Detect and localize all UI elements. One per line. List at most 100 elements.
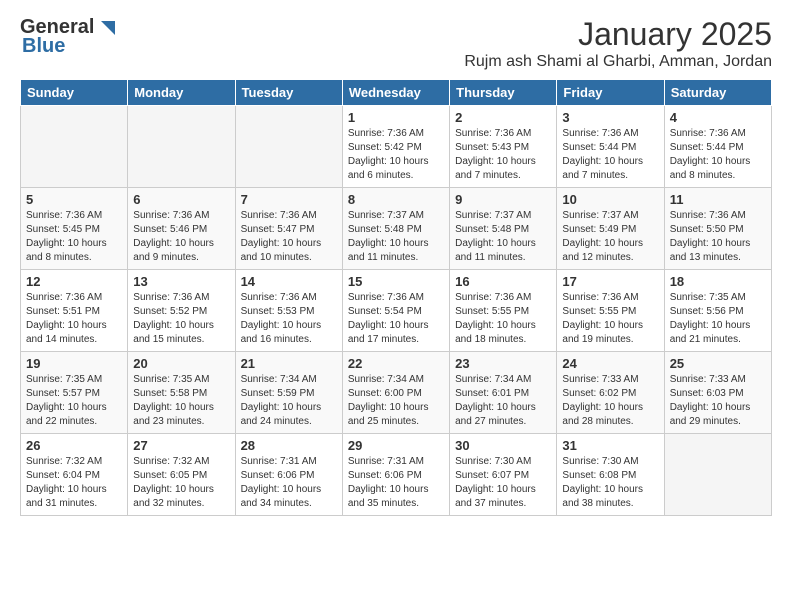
- table-row: 2 Sunrise: 7:36 AMSunset: 5:43 PMDaylight…: [450, 106, 557, 188]
- header: General Blue January 2025 Rujm ash Shami…: [20, 16, 772, 71]
- day-info: Sunrise: 7:36 AMSunset: 5:55 PMDaylight:…: [562, 291, 658, 347]
- day-info: Sunrise: 7:34 AMSunset: 5:59 PMDaylight:…: [241, 373, 337, 429]
- col-friday: Friday: [557, 80, 664, 106]
- day-info: Sunrise: 7:36 AMSunset: 5:54 PMDaylight:…: [348, 291, 444, 347]
- table-row: 9Sunrise: 7:37 AMSunset: 5:48 PMDaylight…: [450, 188, 557, 270]
- day-number: 14: [241, 274, 337, 289]
- day-info: Sunrise: 7:36 AMSunset: 5:44 PMDaylight:…: [670, 127, 766, 183]
- day-number: 1: [348, 110, 444, 125]
- table-row: 4 Sunrise: 7:36 AMSunset: 5:44 PMDaylight…: [664, 106, 771, 188]
- table-row: 16 Sunrise: 7:36 AMSunset: 5:55 PMDayligh…: [450, 270, 557, 352]
- table-row: [664, 434, 771, 516]
- day-number: 28: [241, 438, 337, 453]
- day-info: Sunrise: 7:31 AMSunset: 6:06 PMDaylight:…: [241, 455, 337, 511]
- table-row: 15Sunrise: 7:36 AMSunset: 5:54 PMDayligh…: [342, 270, 449, 352]
- table-row: 11Sunrise: 7:36 AMSunset: 5:50 PMDayligh…: [664, 188, 771, 270]
- day-info: Sunrise: 7:34 AMSunset: 6:01 PMDaylight:…: [455, 373, 551, 429]
- day-info: Sunrise: 7:36 AMSunset: 5:44 PMDaylight:…: [562, 127, 658, 183]
- table-row: 8 Sunrise: 7:37 AMSunset: 5:48 PMDaylight…: [342, 188, 449, 270]
- day-info: Sunrise: 7:36 AMSunset: 5:47 PMDaylight:…: [241, 209, 337, 265]
- table-row: 17 Sunrise: 7:36 AMSunset: 5:55 PMDayligh…: [557, 270, 664, 352]
- day-number: 17: [562, 274, 658, 289]
- day-number: 27: [133, 438, 229, 453]
- table-row: 3Sunrise: 7:36 AMSunset: 5:44 PMDaylight…: [557, 106, 664, 188]
- table-row: 27 Sunrise: 7:32 AMSunset: 6:05 PMDayligh…: [128, 434, 235, 516]
- day-number: 10: [562, 192, 658, 207]
- day-info: Sunrise: 7:36 AMSunset: 5:43 PMDaylight:…: [455, 127, 551, 183]
- table-row: 22 Sunrise: 7:34 AMSunset: 6:00 PMDayligh…: [342, 352, 449, 434]
- day-info: Sunrise: 7:32 AMSunset: 6:05 PMDaylight:…: [133, 455, 229, 511]
- table-row: 30 Sunrise: 7:30 AMSunset: 6:07 PMDayligh…: [450, 434, 557, 516]
- day-number: 25: [670, 356, 766, 371]
- day-info: Sunrise: 7:36 AMSunset: 5:46 PMDaylight:…: [133, 209, 229, 265]
- day-number: 22: [348, 356, 444, 371]
- table-row: 21 Sunrise: 7:34 AMSunset: 5:59 PMDayligh…: [235, 352, 342, 434]
- day-number: 16: [455, 274, 551, 289]
- day-number: 5: [26, 192, 122, 207]
- table-row: 24 Sunrise: 7:33 AMSunset: 6:02 PMDayligh…: [557, 352, 664, 434]
- month-title: January 2025: [464, 16, 772, 53]
- day-number: 4: [670, 110, 766, 125]
- day-info: Sunrise: 7:36 AMSunset: 5:52 PMDaylight:…: [133, 291, 229, 347]
- day-info: Sunrise: 7:35 AMSunset: 5:58 PMDaylight:…: [133, 373, 229, 429]
- table-row: 6 Sunrise: 7:36 AMSunset: 5:46 PMDaylight…: [128, 188, 235, 270]
- day-number: 20: [133, 356, 229, 371]
- calendar-table: Sunday Monday Tuesday Wednesday Thursday…: [20, 79, 772, 516]
- table-row: [21, 106, 128, 188]
- logo-icon: [95, 17, 117, 39]
- table-row: 12 Sunrise: 7:36 AMSunset: 5:51 PMDayligh…: [21, 270, 128, 352]
- day-info: Sunrise: 7:34 AMSunset: 6:00 PMDaylight:…: [348, 373, 444, 429]
- day-number: 12: [26, 274, 122, 289]
- day-info: Sunrise: 7:30 AMSunset: 6:08 PMDaylight:…: [562, 455, 658, 511]
- location-title: Rujm ash Shami al Gharbi, Amman, Jordan: [464, 53, 772, 71]
- day-info: Sunrise: 7:36 AMSunset: 5:42 PMDaylight:…: [348, 127, 444, 183]
- day-info: Sunrise: 7:36 AMSunset: 5:51 PMDaylight:…: [26, 291, 122, 347]
- col-saturday: Saturday: [664, 80, 771, 106]
- day-info: Sunrise: 7:33 AMSunset: 6:03 PMDaylight:…: [670, 373, 766, 429]
- day-info: Sunrise: 7:36 AMSunset: 5:45 PMDaylight:…: [26, 209, 122, 265]
- table-row: 26Sunrise: 7:32 AMSunset: 6:04 PMDayligh…: [21, 434, 128, 516]
- table-row: 19 Sunrise: 7:35 AMSunset: 5:57 PMDayligh…: [21, 352, 128, 434]
- table-row: 20 Sunrise: 7:35 AMSunset: 5:58 PMDayligh…: [128, 352, 235, 434]
- logo-blue: Blue: [22, 35, 65, 58]
- calendar-header-row: Sunday Monday Tuesday Wednesday Thursday…: [21, 80, 772, 106]
- day-info: Sunrise: 7:36 AMSunset: 5:55 PMDaylight:…: [455, 291, 551, 347]
- col-monday: Monday: [128, 80, 235, 106]
- calendar-week-row: 19 Sunrise: 7:35 AMSunset: 5:57 PMDayligh…: [21, 352, 772, 434]
- logo: General Blue: [20, 16, 117, 58]
- table-row: [235, 106, 342, 188]
- day-number: 21: [241, 356, 337, 371]
- day-info: Sunrise: 7:31 AMSunset: 6:06 PMDaylight:…: [348, 455, 444, 511]
- col-sunday: Sunday: [21, 80, 128, 106]
- col-thursday: Thursday: [450, 80, 557, 106]
- day-info: Sunrise: 7:37 AMSunset: 5:49 PMDaylight:…: [562, 209, 658, 265]
- table-row: 18Sunrise: 7:35 AMSunset: 5:56 PMDayligh…: [664, 270, 771, 352]
- day-info: Sunrise: 7:36 AMSunset: 5:53 PMDaylight:…: [241, 291, 337, 347]
- calendar-week-row: 26Sunrise: 7:32 AMSunset: 6:04 PMDayligh…: [21, 434, 772, 516]
- day-info: Sunrise: 7:32 AMSunset: 6:04 PMDaylight:…: [26, 455, 122, 511]
- title-block: January 2025 Rujm ash Shami al Gharbi, A…: [464, 16, 772, 71]
- day-number: 24: [562, 356, 658, 371]
- table-row: 28 Sunrise: 7:31 AMSunset: 6:06 PMDayligh…: [235, 434, 342, 516]
- day-number: 2: [455, 110, 551, 125]
- table-row: 5 Sunrise: 7:36 AMSunset: 5:45 PMDaylight…: [21, 188, 128, 270]
- table-row: 23Sunrise: 7:34 AMSunset: 6:01 PMDayligh…: [450, 352, 557, 434]
- day-info: Sunrise: 7:37 AMSunset: 5:48 PMDaylight:…: [348, 209, 444, 265]
- table-row: [128, 106, 235, 188]
- page: General Blue January 2025 Rujm ash Shami…: [0, 0, 792, 526]
- table-row: 10 Sunrise: 7:37 AMSunset: 5:49 PMDayligh…: [557, 188, 664, 270]
- day-number: 6: [133, 192, 229, 207]
- day-number: 13: [133, 274, 229, 289]
- day-number: 9: [455, 192, 551, 207]
- day-info: Sunrise: 7:33 AMSunset: 6:02 PMDaylight:…: [562, 373, 658, 429]
- day-number: 8: [348, 192, 444, 207]
- day-number: 30: [455, 438, 551, 453]
- calendar-week-row: 5 Sunrise: 7:36 AMSunset: 5:45 PMDaylight…: [21, 188, 772, 270]
- table-row: 13 Sunrise: 7:36 AMSunset: 5:52 PMDayligh…: [128, 270, 235, 352]
- day-info: Sunrise: 7:35 AMSunset: 5:57 PMDaylight:…: [26, 373, 122, 429]
- col-tuesday: Tuesday: [235, 80, 342, 106]
- day-info: Sunrise: 7:30 AMSunset: 6:07 PMDaylight:…: [455, 455, 551, 511]
- day-number: 19: [26, 356, 122, 371]
- day-number: 18: [670, 274, 766, 289]
- table-row: 1 Sunrise: 7:36 AMSunset: 5:42 PMDaylight…: [342, 106, 449, 188]
